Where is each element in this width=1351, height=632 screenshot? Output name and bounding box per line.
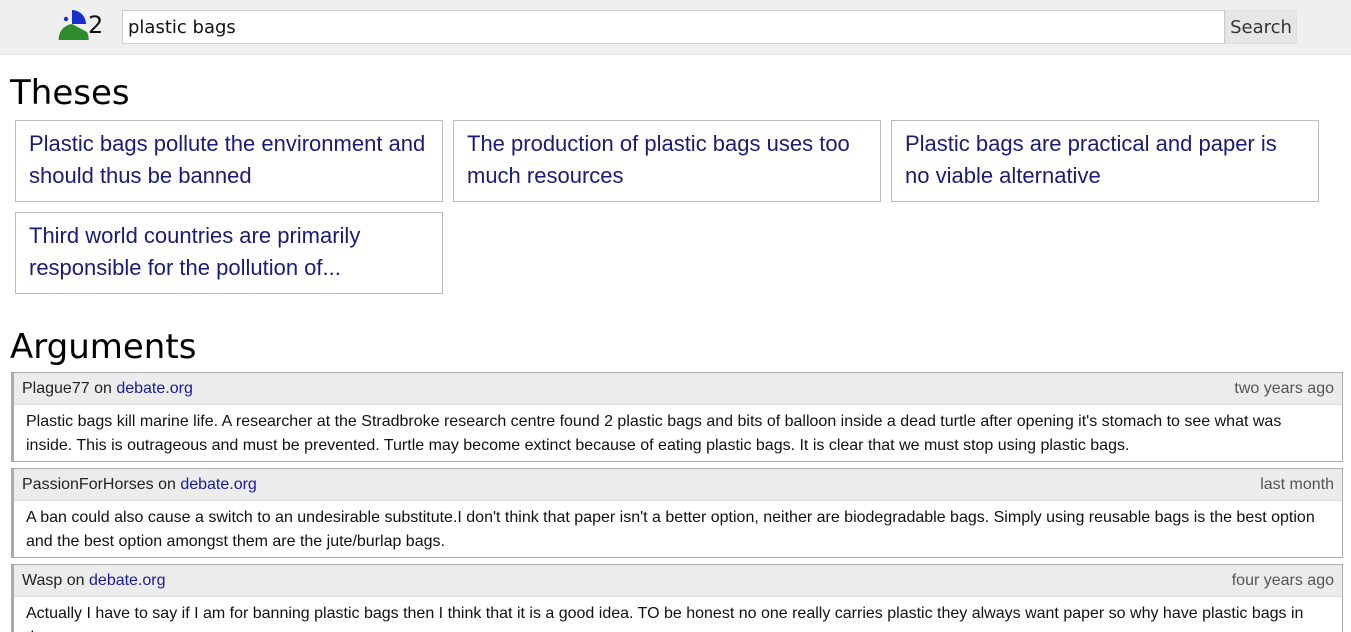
argument-card: Wasp on debate.org four years ago Actual…	[11, 564, 1343, 632]
argument-on-label: on	[94, 380, 112, 397]
argument-header: PassionForHorses on debate.org last mont…	[14, 469, 1342, 501]
argument-author: Plague77	[22, 380, 90, 397]
argument-header: Plague77 on debate.org two years ago	[14, 373, 1342, 405]
thesis-card[interactable]: The production of plastic bags uses too …	[453, 120, 881, 202]
argument-text: Plastic bags kill marine life. A researc…	[26, 413, 1282, 454]
argument-text: A ban could also cause a switch to an un…	[26, 509, 1315, 550]
search-button[interactable]: Search	[1225, 10, 1297, 44]
arguments-heading: Arguments	[10, 327, 197, 367]
logo-number: 2	[88, 11, 104, 39]
argument-on-label: on	[158, 476, 176, 493]
thesis-card[interactable]: Plastic bags are practical and paper is …	[891, 120, 1319, 202]
argument-timestamp: four years ago	[1231, 572, 1334, 589]
search-input[interactable]	[122, 10, 1225, 44]
argument-source-link[interactable]: debate.org	[180, 476, 257, 493]
argument-author: PassionForHorses	[22, 476, 154, 493]
argument-source-link[interactable]: debate.org	[116, 380, 193, 397]
theses-heading: Theses	[10, 73, 130, 113]
argument-source-link[interactable]: debate.org	[89, 572, 166, 589]
argument-card: PassionForHorses on debate.org last mont…	[11, 468, 1343, 558]
argument-timestamp: two years ago	[1234, 380, 1334, 397]
argument-text: Actually I have to say if I am for banni…	[26, 605, 1304, 632]
thesis-card[interactable]: Third world countries are primarily resp…	[15, 212, 443, 294]
argument-author: Wasp	[22, 572, 63, 589]
argument-on-label: on	[66, 572, 85, 589]
argument-header: Wasp on debate.org four years ago	[14, 565, 1342, 597]
thesis-card[interactable]: Plastic bags pollute the environment and…	[15, 120, 443, 202]
argument-timestamp: last month	[1260, 476, 1334, 493]
argument-card: Plague77 on debate.org two years ago Pla…	[11, 372, 1343, 462]
top-bar: 2 Search	[0, 0, 1351, 55]
